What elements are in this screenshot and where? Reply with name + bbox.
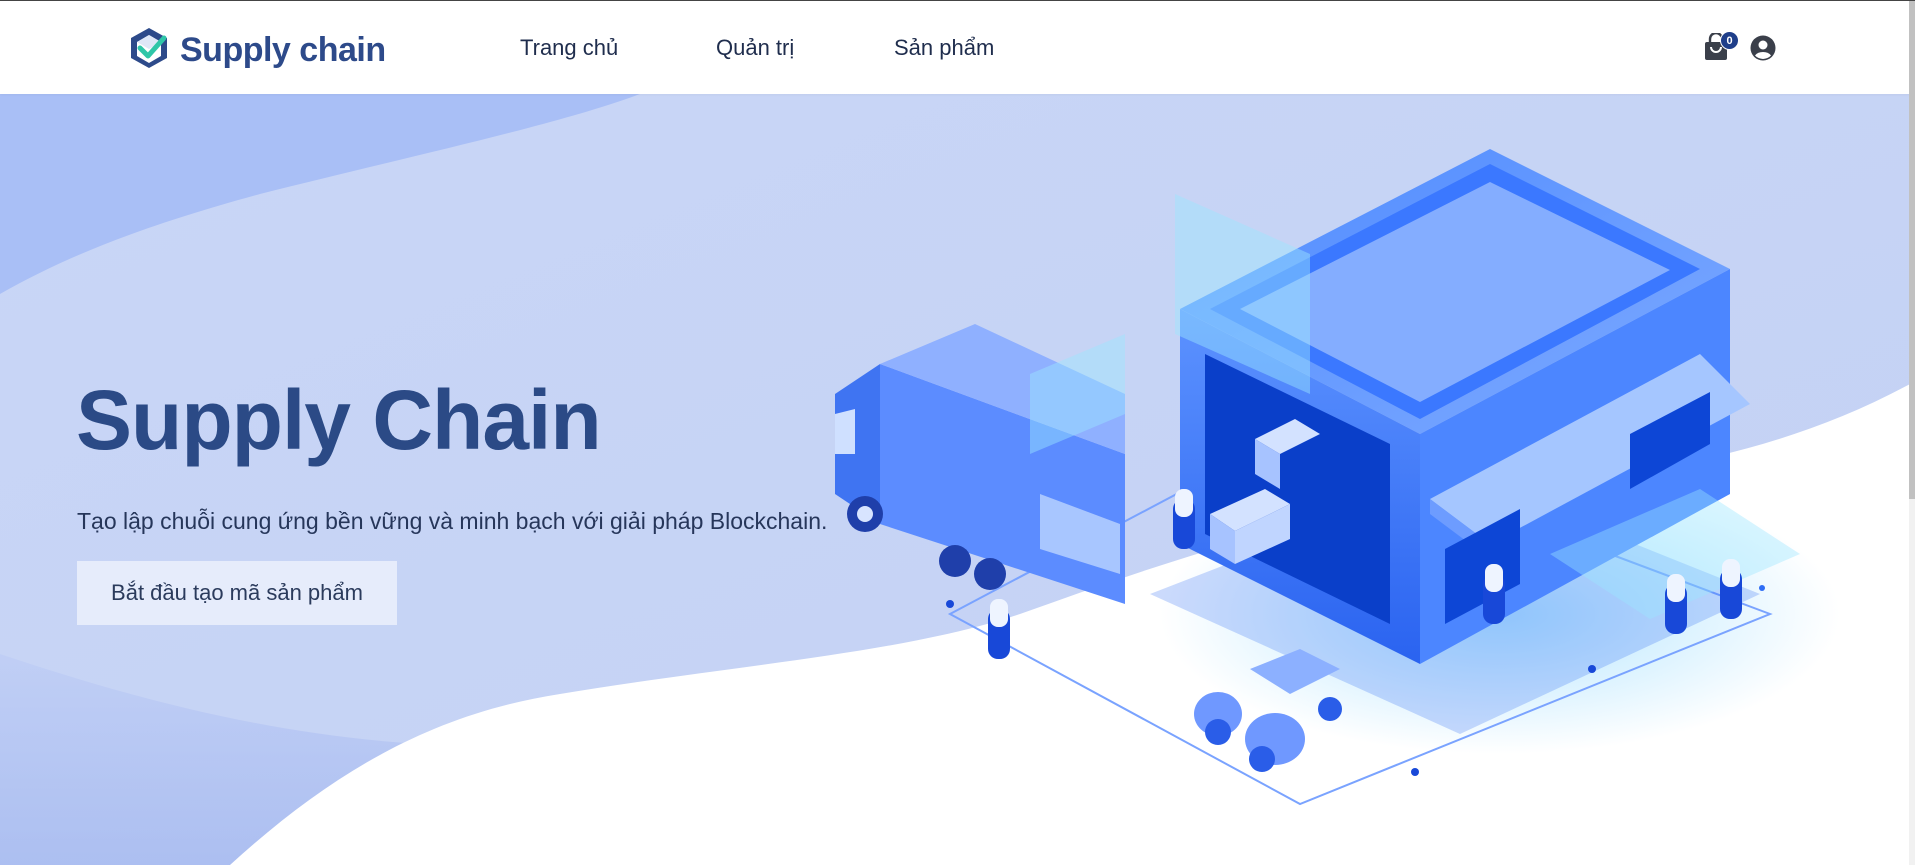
- cart-count-badge: 0: [1720, 31, 1739, 50]
- hero-section: Supply Chain Tạo lập chuỗi cung ứng bền …: [0, 94, 1910, 865]
- hero-subtitle: Tạo lập chuỗi cung ứng bền vững và minh …: [77, 508, 828, 534]
- nav-item-home[interactable]: Trang chủ: [520, 35, 716, 61]
- hero-title: Supply Chain: [76, 373, 602, 467]
- nav-item-products[interactable]: Sản phẩm: [894, 35, 1034, 61]
- hero-background-illustration: [0, 94, 1910, 865]
- brand-logo[interactable]: Supply chain: [128, 26, 386, 75]
- main-nav: Trang chủ Quản trị Sản phẩm: [520, 35, 1034, 61]
- create-product-code-button[interactable]: Bắt đầu tạo mã sản phẩm: [77, 561, 397, 625]
- logo-cube-icon: [128, 26, 170, 75]
- top-navbar: Supply chain Trang chủ Quản trị Sản phẩm…: [0, 1, 1915, 94]
- brand-name: Supply chain: [180, 31, 386, 69]
- nav-item-admin[interactable]: Quản trị: [716, 35, 894, 61]
- user-circle-icon[interactable]: [1750, 35, 1776, 61]
- scrollbar-thumb[interactable]: [1909, 1, 1915, 499]
